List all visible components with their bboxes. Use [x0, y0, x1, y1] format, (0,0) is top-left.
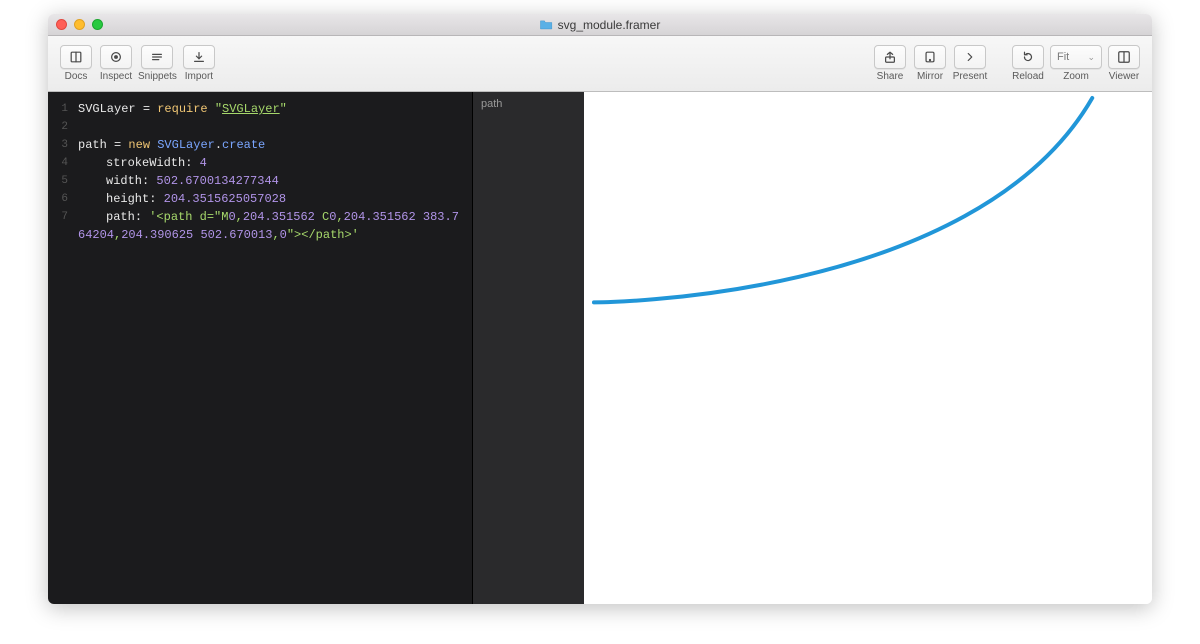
zoom-value: Fit	[1057, 51, 1069, 63]
share-icon	[883, 50, 897, 64]
import-button-item: Import	[181, 45, 217, 82]
code-line[interactable]: 3path = new SVGLayer.create	[48, 136, 472, 154]
titlebar[interactable]: svg_module.framer	[48, 14, 1152, 36]
outline-pane[interactable]: path	[472, 92, 584, 604]
reload-icon	[1021, 50, 1035, 64]
code-line[interactable]: 7path: '<path d="M0,204.351562 C0,204.35…	[48, 208, 472, 244]
toolbar-right-group: Share Mirror Present	[872, 45, 988, 82]
docs-button[interactable]	[60, 45, 92, 69]
code-line[interactable]: 6height: 204.3515625057028	[48, 190, 472, 208]
line-number: 5	[48, 172, 78, 190]
outline-item[interactable]: path	[481, 98, 576, 110]
share-button-item: Share	[872, 45, 908, 82]
share-button-label: Share	[877, 71, 904, 82]
code-content[interactable]: strokeWidth: 4	[78, 154, 462, 172]
code-line[interactable]: 2	[48, 118, 472, 136]
app-window: svg_module.framer Docs Inspect Snippets Imp…	[48, 14, 1152, 604]
maximize-window-button[interactable]	[92, 19, 103, 30]
preview-svg-container	[588, 92, 1152, 312]
line-number: 4	[48, 154, 78, 172]
traffic-lights	[56, 19, 103, 30]
present-button-label: Present	[953, 71, 987, 82]
mirror-button[interactable]	[914, 45, 946, 69]
inspect-button[interactable]	[100, 45, 132, 69]
docs-button-label: Docs	[65, 71, 88, 82]
mirror-button-label: Mirror	[917, 71, 943, 82]
folder-icon	[540, 19, 553, 30]
lines-icon	[150, 50, 164, 64]
inspect-button-label: Inspect	[100, 71, 132, 82]
preview-path	[594, 98, 1092, 302]
share-button[interactable]	[874, 45, 906, 69]
window-title-text: svg_module.framer	[558, 18, 661, 32]
chev-right-icon	[963, 50, 977, 64]
viewer-item: Viewer	[1106, 45, 1142, 82]
window-title: svg_module.framer	[540, 18, 661, 32]
mirror-button-item: Mirror	[912, 45, 948, 82]
viewer-icon	[1117, 50, 1131, 64]
download-icon	[192, 50, 206, 64]
viewer-label: Viewer	[1109, 71, 1139, 82]
code-line[interactable]: 1SVGLayer = require "SVGLayer"	[48, 100, 472, 118]
import-button-label: Import	[185, 71, 213, 82]
reload-button[interactable]	[1012, 45, 1044, 69]
line-number: 2	[48, 118, 78, 136]
reload-button-item: Reload	[1010, 45, 1046, 82]
toolbar-left-group: Docs Inspect Snippets Import	[58, 45, 217, 82]
line-number: 7	[48, 208, 78, 226]
snippets-button-item: Snippets	[138, 45, 177, 82]
import-button[interactable]	[183, 45, 215, 69]
line-number: 1	[48, 100, 78, 118]
code-content[interactable]: width: 502.6700134277344	[78, 172, 462, 190]
toolbar: Docs Inspect Snippets Import Share Mirror Pre…	[48, 36, 1152, 92]
code-content[interactable]	[78, 118, 462, 136]
book-icon	[69, 50, 83, 64]
line-number: 6	[48, 190, 78, 208]
toolbar-far-right-group: Reload	[1010, 45, 1046, 82]
inspect-button-item: Inspect	[98, 45, 134, 82]
code-line[interactable]: 4strokeWidth: 4	[48, 154, 472, 172]
zoom-control: Fit ⌄ Zoom	[1050, 45, 1102, 82]
close-window-button[interactable]	[56, 19, 67, 30]
target-icon	[109, 50, 123, 64]
content-area: 1SVGLayer = require "SVGLayer"23path = n…	[48, 92, 1152, 604]
reload-button-label: Reload	[1012, 71, 1044, 82]
code-content[interactable]: height: 204.3515625057028	[78, 190, 462, 208]
zoom-label: Zoom	[1063, 71, 1089, 82]
present-button-item: Present	[952, 45, 988, 82]
zoom-select[interactable]: Fit ⌄	[1050, 45, 1102, 69]
docs-button-item: Docs	[58, 45, 94, 82]
minimize-window-button[interactable]	[74, 19, 85, 30]
viewer-button[interactable]	[1108, 45, 1140, 69]
preview-pane[interactable]	[584, 92, 1152, 604]
present-button[interactable]	[954, 45, 986, 69]
code-line[interactable]: 5width: 502.6700134277344	[48, 172, 472, 190]
chevron-down-icon: ⌄	[1087, 52, 1095, 63]
code-content[interactable]: path = new SVGLayer.create	[78, 136, 462, 154]
line-number: 3	[48, 136, 78, 154]
code-content[interactable]: SVGLayer = require "SVGLayer"	[78, 100, 462, 118]
mirror-icon	[923, 50, 937, 64]
code-editor[interactable]: 1SVGLayer = require "SVGLayer"23path = n…	[48, 92, 472, 604]
code-content[interactable]: path: '<path d="M0,204.351562 C0,204.351…	[78, 208, 462, 244]
snippets-button-label: Snippets	[138, 71, 177, 82]
snippets-button[interactable]	[141, 45, 173, 69]
